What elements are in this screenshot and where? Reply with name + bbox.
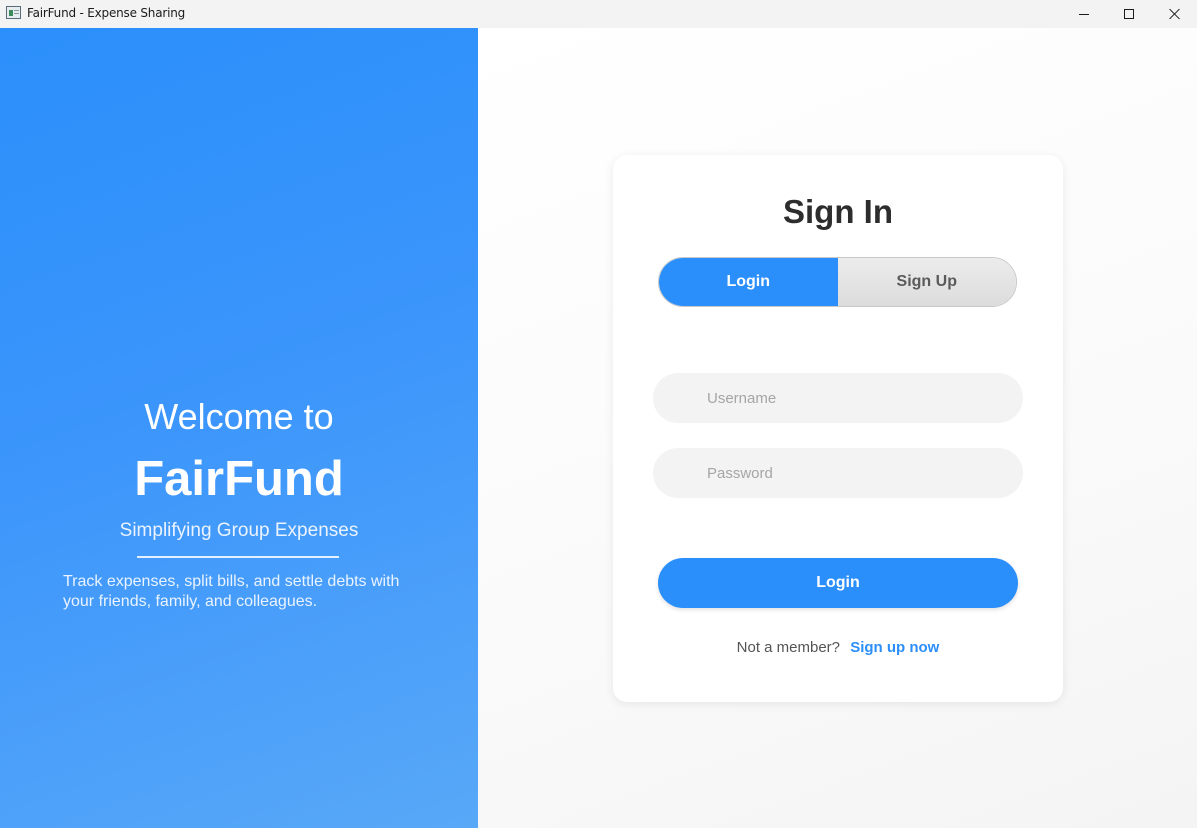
- close-icon: [1169, 8, 1181, 20]
- card-title: Sign In: [783, 193, 893, 230]
- tagline: Simplifying Group Expenses: [119, 520, 359, 541]
- mode-toggle: Login Sign Up: [658, 257, 1017, 307]
- brand-name: FairFund: [134, 452, 344, 506]
- window-title: FairFund - Expense Sharing: [27, 6, 186, 20]
- maximize-button[interactable]: [1106, 0, 1152, 28]
- minimize-button[interactable]: [1061, 0, 1107, 28]
- title-bar[interactable]: FairFund - Expense Sharing: [0, 0, 1197, 28]
- app-window: FairFund - Expense Sharing Welcome to Fa…: [0, 0, 1197, 828]
- close-button[interactable]: [1152, 0, 1197, 28]
- password-input[interactable]: [653, 448, 1023, 498]
- minimize-icon: [1079, 13, 1089, 15]
- signup-row: Not a member? Sign up now: [613, 639, 1063, 656]
- divider: [137, 556, 339, 558]
- app-icon: [6, 6, 21, 19]
- login-button[interactable]: Login: [658, 558, 1018, 608]
- signup-prompt: Not a member?: [736, 639, 841, 656]
- description: Track expenses, split bills, and settle …: [63, 573, 400, 610]
- auth-panel: Sign In Login Sign Up Login Not a member…: [478, 28, 1197, 828]
- signup-link[interactable]: Sign up now: [850, 639, 939, 656]
- maximize-icon: [1124, 9, 1134, 19]
- tab-sign-up[interactable]: Sign Up: [837, 258, 1016, 306]
- welcome-heading: Welcome to: [144, 396, 334, 437]
- welcome-panel: Welcome to FairFund Simplifying Group Ex…: [0, 28, 478, 828]
- username-input[interactable]: [653, 373, 1023, 423]
- sign-in-card: Sign In Login Sign Up Login Not a member…: [613, 155, 1063, 702]
- tab-login[interactable]: Login: [659, 258, 838, 306]
